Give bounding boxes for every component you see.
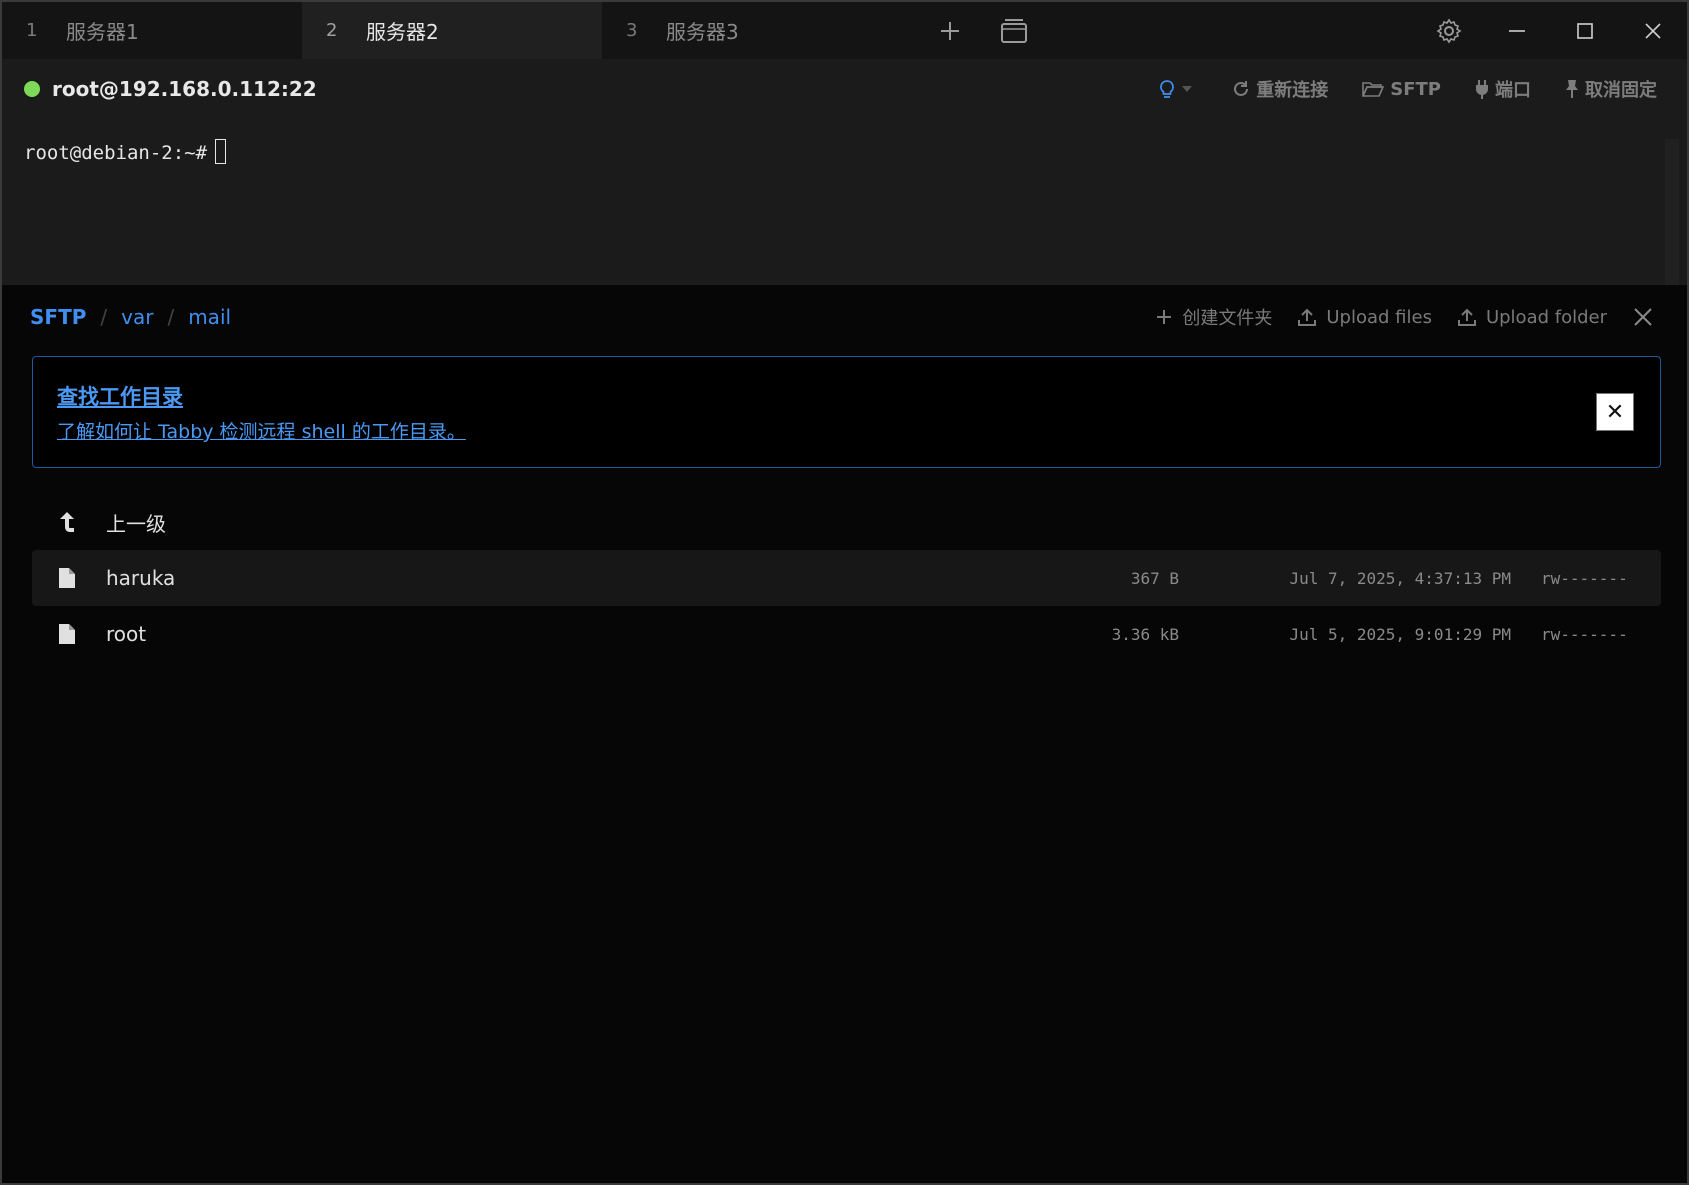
- maximize-button[interactable]: [1551, 2, 1619, 59]
- hint-dropdown-button[interactable]: [1158, 79, 1198, 99]
- window-stack-icon: [1001, 18, 1027, 43]
- notice-title[interactable]: 查找工作目录: [57, 381, 183, 411]
- terminal-scrollbar[interactable]: [1665, 139, 1679, 285]
- sftp-button[interactable]: SFTP: [1362, 79, 1441, 100]
- close-icon: [1645, 22, 1661, 39]
- connection-status-indicator: [24, 81, 40, 97]
- tab-label: 服务器1: [66, 20, 139, 44]
- tab-number: 3: [626, 20, 638, 41]
- terminal-cursor: [215, 139, 227, 164]
- gear-icon: [1436, 18, 1462, 43]
- file-name: root: [106, 622, 147, 646]
- notice-close-button[interactable]: ✕: [1596, 393, 1634, 431]
- new-tab-button[interactable]: [918, 2, 982, 59]
- reconnect-label: 重新连接: [1256, 80, 1329, 101]
- upload-files-button[interactable]: Upload files: [1298, 307, 1432, 328]
- ports-button[interactable]: 端口: [1475, 76, 1531, 102]
- plus-icon: [1157, 310, 1172, 324]
- sftp-header: SFTP / var / mail 创建文件夹 Upload files Upl…: [2, 285, 1687, 349]
- app-window: 1 服务器1 2 服务器2 3 服务器3 root@192.168.0.112:…: [0, 0, 1689, 1185]
- breadcrumb-mail[interactable]: mail: [188, 305, 231, 329]
- notice-help-link[interactable]: 了解如何让 Tabby 检测远程 shell 的工作目录。: [57, 417, 466, 444]
- plus-icon: [941, 21, 959, 40]
- tab-bar: 1 服务器1 2 服务器2 3 服务器3: [2, 2, 1687, 59]
- tab-server-2[interactable]: 2 服务器2: [302, 2, 602, 59]
- breadcrumb-separator: /: [100, 305, 108, 329]
- create-folder-label: 创建文件夹: [1182, 308, 1273, 329]
- connection-bar: root@192.168.0.112:22 重新连接 SFTP 端口 取消固定: [2, 59, 1687, 119]
- terminal-view[interactable]: root@debian-2:~#: [2, 119, 1687, 285]
- sftp-label: SFTP: [1390, 78, 1441, 100]
- file-permissions: rw-------: [1541, 624, 1628, 644]
- file-icon: [59, 568, 75, 588]
- tab-number: 1: [26, 20, 38, 41]
- folder-open-icon: [1362, 82, 1385, 97]
- unpin-label: 取消固定: [1585, 80, 1657, 101]
- close-window-button[interactable]: [1619, 2, 1687, 59]
- create-folder-button[interactable]: 创建文件夹: [1156, 304, 1272, 330]
- working-directory-notice: 查找工作目录 了解如何让 Tabby 检测远程 shell 的工作目录。 ✕: [32, 356, 1661, 468]
- level-up-icon: [60, 512, 74, 532]
- tab-server-3[interactable]: 3 服务器3: [602, 2, 902, 59]
- breadcrumb-sftp[interactable]: SFTP: [30, 305, 86, 329]
- lightbulb-icon: [1160, 80, 1175, 98]
- profiles-button[interactable]: [982, 2, 1046, 59]
- tab-label: 服务器3: [666, 20, 739, 44]
- upload-icon: [1298, 308, 1317, 326]
- file-row[interactable]: haruka 367 B Jul 7, 2025, 4:37:13 PM rw-…: [32, 550, 1661, 606]
- parent-directory-row[interactable]: 上一级: [32, 494, 1661, 550]
- upload-folder-label: Upload folder: [1485, 306, 1607, 328]
- file-permissions: rw-------: [1541, 568, 1628, 588]
- file-size: 367 B: [1130, 568, 1179, 588]
- tab-server-1[interactable]: 1 服务器1: [2, 2, 302, 59]
- sftp-panel: SFTP / var / mail 创建文件夹 Upload files Upl…: [2, 285, 1687, 1183]
- minimize-icon: [1509, 29, 1525, 32]
- tab-number: 2: [326, 20, 338, 41]
- close-sftp-button[interactable]: [1633, 307, 1663, 327]
- upload-files-label: Upload files: [1326, 306, 1432, 328]
- file-row[interactable]: root 3.36 kB Jul 5, 2025, 9:01:29 PM rw-…: [32, 606, 1661, 662]
- upload-icon: [1457, 308, 1476, 326]
- upload-folder-button[interactable]: Upload folder: [1457, 306, 1607, 328]
- pin-icon: [1566, 80, 1578, 98]
- file-size: 3.36 kB: [1111, 624, 1179, 644]
- file-list: 上一级 haruka 367 B Jul 7, 2025, 4:37:13 PM…: [32, 494, 1661, 662]
- ports-label: 端口: [1495, 80, 1531, 101]
- file-icon: [59, 624, 75, 644]
- host-address: root@192.168.0.112:22: [52, 77, 317, 101]
- minimize-button[interactable]: [1483, 2, 1551, 59]
- unpin-button[interactable]: 取消固定: [1565, 76, 1657, 102]
- settings-button[interactable]: [1415, 2, 1483, 59]
- reconnect-button[interactable]: 重新连接: [1232, 76, 1328, 102]
- plug-icon: [1476, 80, 1488, 99]
- file-name: haruka: [106, 566, 176, 590]
- file-modified-date: Jul 5, 2025, 9:01:29 PM: [1289, 624, 1511, 644]
- shell-prompt: root@debian-2:~#: [24, 142, 208, 164]
- close-icon: [1634, 308, 1652, 326]
- tab-label: 服务器2: [366, 20, 439, 44]
- caret-down-icon: [1182, 86, 1193, 92]
- breadcrumb-var[interactable]: var: [121, 305, 153, 329]
- file-modified-date: Jul 7, 2025, 4:37:13 PM: [1289, 568, 1511, 588]
- refresh-icon: [1234, 81, 1249, 96]
- maximize-icon: [1577, 22, 1593, 39]
- breadcrumb-separator: /: [167, 305, 175, 329]
- parent-directory-label: 上一级: [106, 511, 166, 536]
